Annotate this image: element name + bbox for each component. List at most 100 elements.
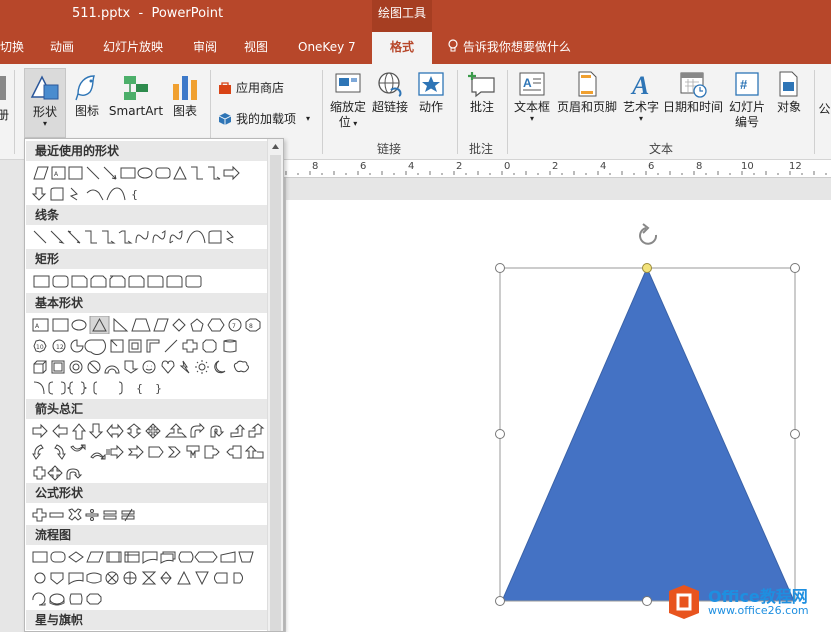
svg-text:A: A [630, 71, 649, 98]
watermark-sub: www.office26.com [708, 603, 809, 617]
shape-row-arrows-2[interactable] [31, 443, 271, 461]
tell-me-search[interactable]: 告诉我你想要做什么 [447, 32, 571, 64]
triangle-shape[interactable] [501, 266, 795, 602]
shape-row-basic-4[interactable]: {} [31, 379, 211, 397]
object-button[interactable]: 对象 [770, 70, 808, 115]
shape-row-lines[interactable] [31, 228, 266, 246]
resize-handle-middle-right[interactable] [790, 429, 800, 439]
shapes-gallery-dropdown[interactable]: 最近使用的形状 A { 线条 矩形 基本形状 A 7 8 10 12 {} 箭… [24, 138, 284, 632]
tab-view[interactable]: 视图 [244, 32, 268, 64]
section-header-basic: 基本形状 [26, 293, 268, 313]
scroll-up-arrow-icon[interactable] [270, 141, 281, 152]
shape-row-rectangles[interactable] [31, 272, 231, 290]
store-button[interactable]: 应用商店 [218, 79, 284, 96]
zoom-label-line2: 位 ▾ [338, 115, 358, 129]
hyperlink-button[interactable]: 超链接 [370, 70, 410, 115]
group-label-links: 链接 [377, 142, 402, 156]
object-icon [779, 71, 798, 97]
shape-row-basic-2[interactable]: 10 12 [31, 337, 271, 355]
action-button[interactable]: 动作 [412, 70, 450, 115]
shape-row-flowchart-3[interactable] [31, 590, 151, 608]
datetime-button[interactable]: 日期和时间 [662, 70, 724, 115]
resize-handle-middle-left[interactable] [495, 429, 505, 439]
zoom-icon [335, 73, 361, 93]
store-bag-icon [219, 81, 231, 94]
smartart-button[interactable]: SmartArt [108, 70, 164, 119]
resize-handle-top-left[interactable] [495, 263, 505, 273]
group-label-comments: 批注 [469, 142, 494, 156]
partial-button-left[interactable]: 册 [0, 72, 10, 123]
ruler-label: 6 [360, 161, 367, 172]
icons-button[interactable]: 图标 [70, 70, 104, 119]
tab-slideshow[interactable]: 幻灯片放映 [103, 32, 163, 64]
resize-handle-bottom-center[interactable] [642, 596, 652, 606]
group-separator [507, 70, 508, 154]
watermark-logo: Office教程网 www.office26.com [665, 583, 809, 621]
tab-format[interactable]: 格式 [372, 32, 432, 64]
bird-icon [75, 75, 95, 101]
slide-number-button[interactable]: # 幻灯片 编号 [726, 70, 768, 130]
svg-text:10: 10 [36, 344, 44, 351]
document-title: 511.pptx - PowerPoint [72, 6, 224, 21]
slide-number-icon: # [735, 72, 759, 96]
svg-text:}: } [155, 382, 162, 395]
section-header-stars: 星与旗帜 [26, 610, 268, 630]
shape-row-basic-1[interactable]: A 7 8 [31, 316, 271, 334]
selected-shape-group[interactable] [286, 178, 831, 632]
ruler-label: 0 [504, 161, 511, 172]
ruler-label: 2 [456, 161, 463, 172]
svg-text:A: A [523, 76, 532, 90]
group-separator [14, 70, 15, 154]
svg-text:8: 8 [249, 323, 253, 330]
smartart-icon [124, 76, 148, 100]
svg-text:7: 7 [232, 323, 236, 330]
tab-review[interactable]: 审阅 [193, 32, 217, 64]
partial-button-right[interactable]: 公 [818, 74, 831, 117]
textbox-button[interactable]: A 文本框 ▾ [512, 70, 552, 123]
chart-button[interactable]: 图表 [166, 70, 204, 119]
resize-handle-bottom-left[interactable] [495, 596, 505, 606]
group-separator [322, 70, 323, 154]
group-separator [457, 70, 458, 154]
group-label-text: 文本 [649, 142, 674, 156]
resize-handle-top-right[interactable] [790, 263, 800, 273]
shape-row-arrows-3[interactable] [31, 464, 151, 482]
ruler-label: 2 [552, 161, 559, 172]
tab-animations[interactable]: 动画 [50, 32, 74, 64]
bar-chart-icon [173, 76, 197, 100]
zoom-button[interactable]: 缩放定 位 ▾ [326, 70, 370, 131]
scrollbar-thumb[interactable] [270, 155, 281, 631]
slide-editing-area[interactable] [286, 178, 831, 632]
wordart-icon: A [630, 71, 649, 98]
shape-row-flowchart-1[interactable] [31, 548, 271, 566]
shapes-button[interactable]: 形状 ▾ [24, 68, 66, 138]
shape-row-flowchart-2[interactable] [31, 569, 271, 587]
svg-text:#: # [740, 77, 748, 92]
tab-onekey[interactable]: OneKey 7 [298, 32, 356, 64]
chevron-down-icon: ▾ [306, 114, 311, 123]
ruler-label: 4 [600, 161, 607, 172]
comment-button[interactable]: 批注 [462, 70, 502, 115]
shape-row-basic-3[interactable] [31, 358, 271, 376]
tab-transitions[interactable]: 切换 [0, 32, 24, 64]
section-header-equation: 公式形状 [26, 483, 268, 503]
comment-icon [468, 72, 495, 98]
header-footer-button[interactable]: 页眉和页脚 [555, 70, 619, 115]
adjust-handle-yellow[interactable] [642, 263, 652, 273]
tell-me-text: 告诉我你想要做什么 [462, 40, 571, 54]
ruler-label: 8 [312, 161, 319, 172]
svg-text:A: A [35, 323, 40, 330]
shape-row-recent-1[interactable]: A [31, 164, 261, 182]
wordart-button[interactable]: A 艺术字 ▾ [620, 70, 662, 123]
header-footer-icon [578, 71, 597, 97]
my-addins-button[interactable]: 我的加载项 ▾ [218, 110, 310, 127]
rotate-handle-icon[interactable] [639, 223, 658, 245]
shape-row-recent-2[interactable]: { [31, 185, 261, 203]
horizontal-ruler[interactable]: 8 6 4 2 0 2 4 6 8 10 12 [284, 160, 831, 178]
shape-row-equation[interactable] [31, 506, 171, 524]
shape-row-arrows-1[interactable] [31, 422, 271, 440]
ruler-label: 10 [741, 161, 754, 172]
chevron-down-icon: ▾ [42, 119, 47, 128]
gallery-scrollbar[interactable] [267, 139, 283, 631]
action-star-icon [418, 72, 444, 96]
